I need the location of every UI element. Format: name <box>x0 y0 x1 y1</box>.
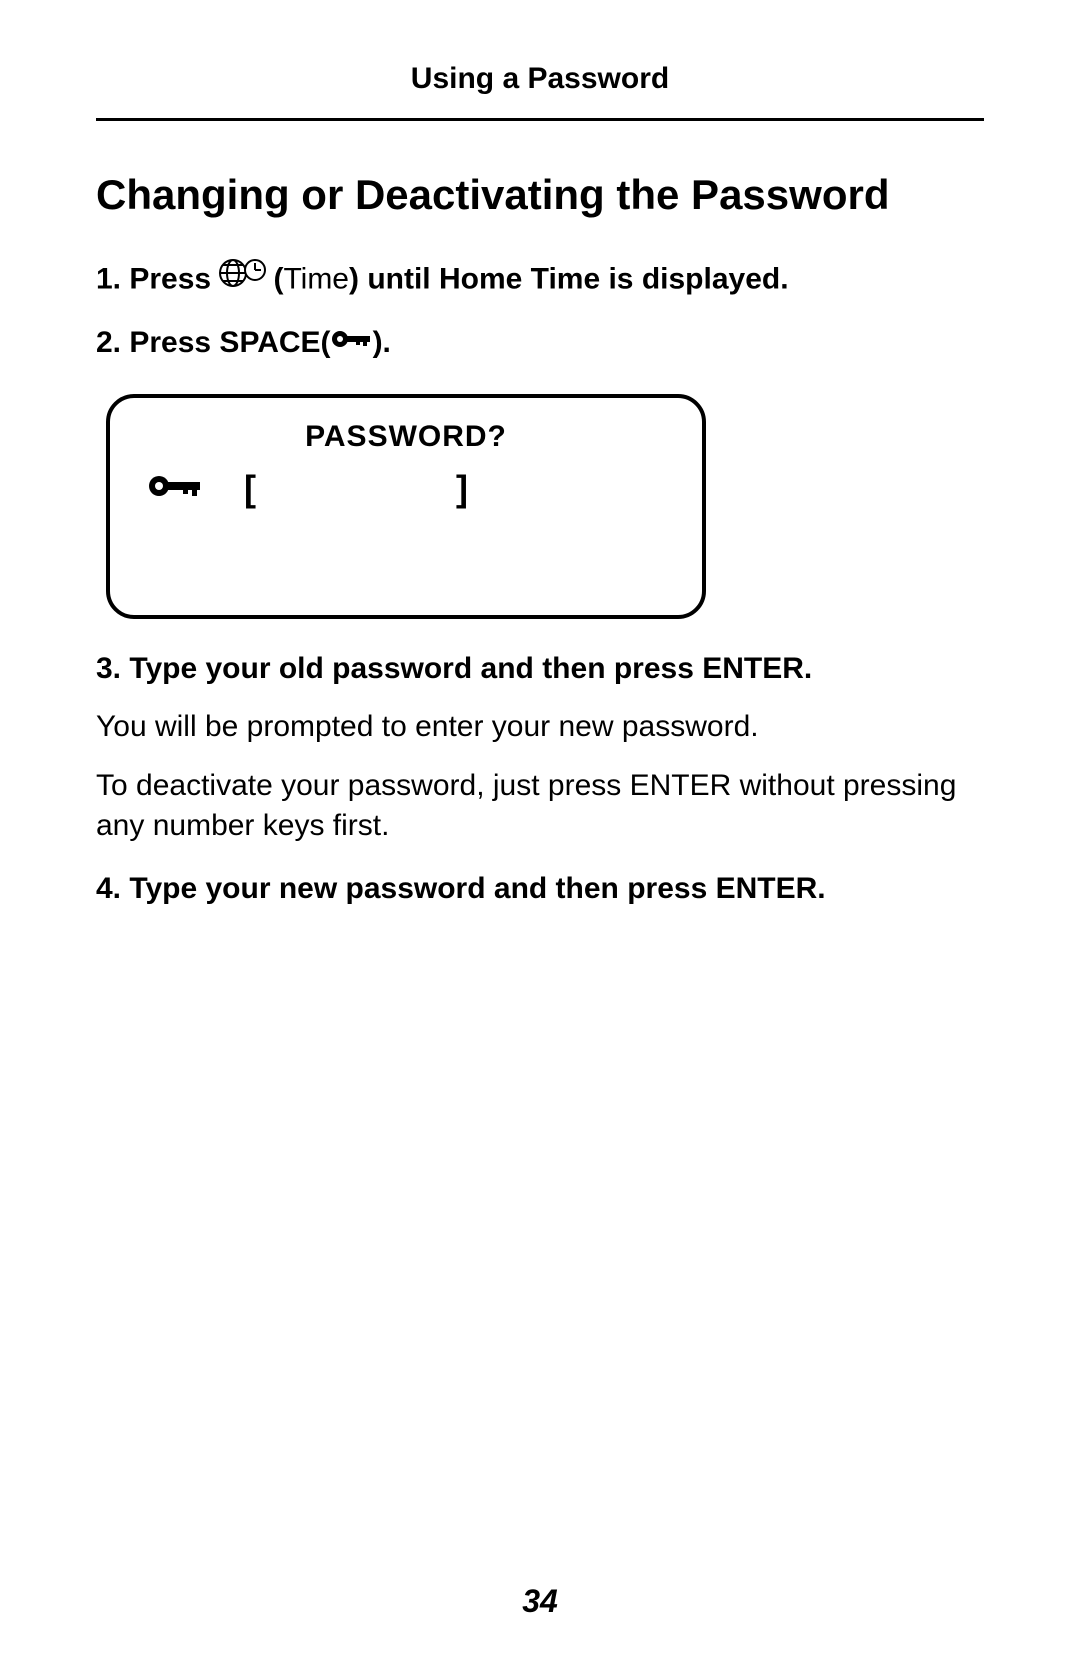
step-1: 1. Press (Time) until Home Time is displ… <box>96 259 984 303</box>
section-title: Changing or Deactivating the Password <box>96 171 984 219</box>
step-4-main: 4. Type your new password and then press… <box>96 869 984 910</box>
manual-page: Using a Password Changing or Deactivatin… <box>0 0 1080 909</box>
step-1-suffix: ) until Home Time is displayed. <box>349 263 789 296</box>
page-number: 34 <box>0 1583 1080 1620</box>
globe-clock-icon <box>219 257 273 301</box>
step-1-open-paren: ( <box>273 263 283 296</box>
step-4: 4. Type your new password and then press… <box>96 869 984 910</box>
step-3-para-2: To deactivate your password, just press … <box>96 766 984 847</box>
left-bracket: [ <box>244 468 256 509</box>
step-2-prefix: 2. Press SPACE( <box>96 326 331 359</box>
running-header: Using a Password <box>96 62 984 121</box>
right-bracket: ] <box>456 468 468 509</box>
step-2: 2. Press SPACE(). <box>96 323 984 364</box>
step-3: 3. Type your old password and then press… <box>96 649 984 847</box>
step-3-para-1: You will be prompted to enter your new p… <box>96 707 984 748</box>
key-icon <box>148 471 204 506</box>
screen-prompt-title: PASSWORD? <box>140 420 672 454</box>
key-icon <box>331 321 373 362</box>
password-field-brackets: [] <box>244 468 468 510</box>
step-1-prefix: 1. Press <box>96 263 219 296</box>
step-1-time-label: Time <box>283 263 349 296</box>
device-screen: PASSWORD? [] <box>106 394 706 619</box>
step-2-suffix: ). <box>373 326 391 359</box>
step-3-main: 3. Type your old password and then press… <box>96 649 984 690</box>
